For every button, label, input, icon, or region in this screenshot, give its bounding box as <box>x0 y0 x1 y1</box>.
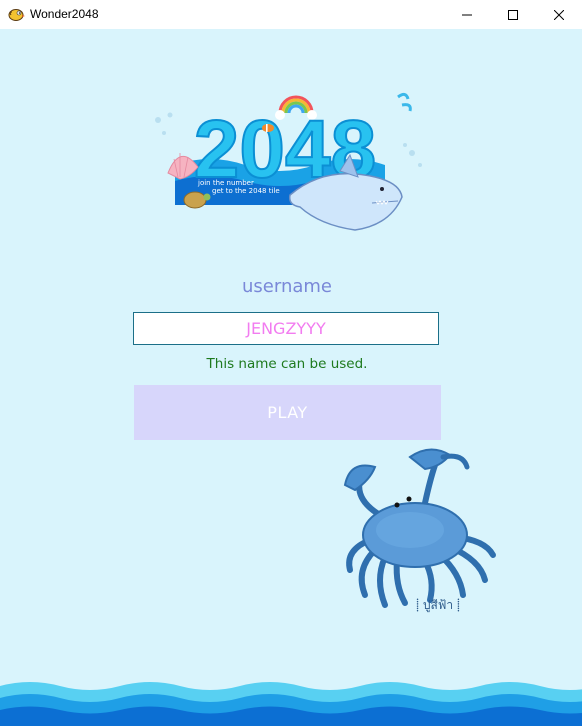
maximize-icon <box>508 9 518 20</box>
window-titlebar: Wonder2048 <box>0 0 582 29</box>
close-icon <box>554 9 564 20</box>
sea-waves <box>0 682 582 726</box>
maximize-button[interactable] <box>490 0 536 29</box>
username-label: username <box>242 276 332 297</box>
minimize-icon <box>462 14 472 15</box>
turtle-icon <box>183 191 211 209</box>
username-status: This name can be used. <box>206 356 368 372</box>
bird-app-icon <box>8 9 25 21</box>
clownfish-icon <box>262 124 274 132</box>
minimize-button[interactable] <box>444 0 490 29</box>
crab-caption: ⸽ ปูสีฟ้า ⸽ <box>416 598 460 612</box>
svg-text:join the number: join the number <box>197 179 254 187</box>
play-button[interactable]: PLAY <box>134 385 441 440</box>
username-input[interactable] <box>133 312 439 345</box>
crab-illustration <box>343 448 496 608</box>
game-logo: 2048 join the number get to the 2048 til… <box>155 92 422 231</box>
close-button[interactable] <box>536 0 582 29</box>
svg-text:get to the 2048 tile: get to the 2048 tile <box>212 187 280 195</box>
window-title: Wonder2048 <box>30 7 99 21</box>
